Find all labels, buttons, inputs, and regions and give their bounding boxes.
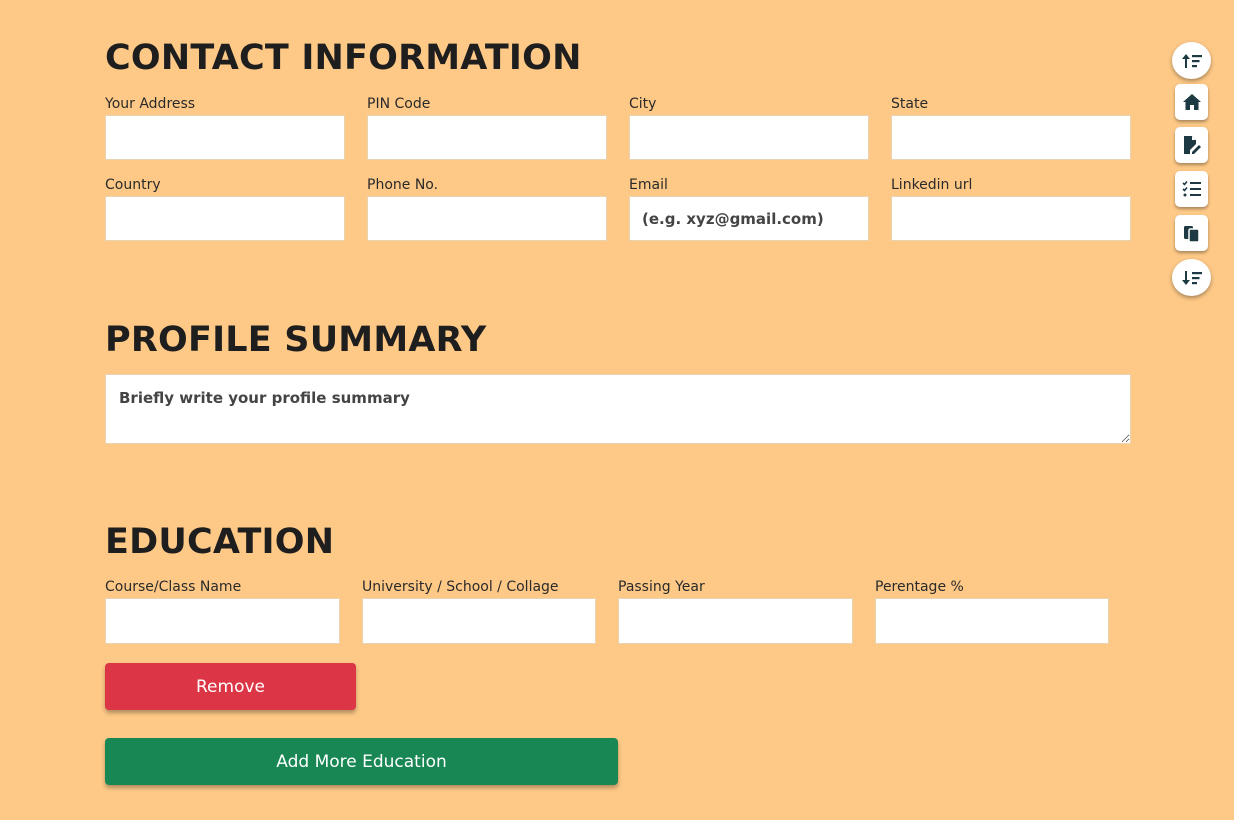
country-label: Country	[105, 177, 161, 193]
state-input[interactable]	[891, 115, 1131, 160]
passing-year-input[interactable]	[618, 598, 853, 644]
linkedin-input[interactable]	[891, 196, 1131, 241]
summary-section-title: PROFILE SUMMARY	[105, 320, 487, 360]
copy-nav-button[interactable]	[1175, 215, 1208, 251]
address-input[interactable]	[105, 115, 345, 160]
home-nav-button[interactable]	[1175, 84, 1208, 120]
home-icon	[1182, 93, 1202, 111]
phone-label: Phone No.	[367, 177, 439, 193]
linkedin-label: Linkedin url	[891, 177, 973, 193]
city-label: City	[629, 96, 657, 112]
contact-section-title: CONTACT INFORMATION	[105, 38, 582, 78]
profile-summary-textarea[interactable]	[105, 374, 1131, 444]
remove-education-button[interactable]: Remove	[105, 663, 356, 710]
passing-year-label: Passing Year	[618, 579, 705, 595]
university-input[interactable]	[362, 598, 596, 644]
city-input[interactable]	[629, 115, 869, 160]
percentage-label: Perentage %	[875, 579, 964, 595]
education-section-title: EDUCATION	[105, 522, 335, 562]
email-input[interactable]	[629, 196, 869, 241]
pin-code-label: PIN Code	[367, 96, 431, 112]
checklist-nav-button[interactable]	[1175, 171, 1208, 207]
university-label: University / School / Collage	[362, 579, 559, 595]
list-check-icon	[1181, 180, 1202, 198]
country-input[interactable]	[105, 196, 345, 241]
file-edit-icon	[1182, 135, 1202, 155]
edit-nav-button[interactable]	[1175, 127, 1208, 163]
scroll-bottom-button[interactable]	[1172, 259, 1211, 296]
address-label: Your Address	[105, 96, 196, 112]
email-label: Email	[629, 177, 668, 193]
phone-input[interactable]	[367, 196, 607, 241]
course-label: Course/Class Name	[105, 579, 242, 595]
state-label: State	[891, 96, 929, 112]
scroll-top-button[interactable]	[1172, 42, 1211, 79]
course-input[interactable]	[105, 598, 340, 644]
pin-code-input[interactable]	[367, 115, 607, 160]
add-more-education-button[interactable]: Add More Education	[105, 738, 618, 785]
copy-icon	[1182, 223, 1202, 243]
sort-up-icon	[1181, 52, 1203, 70]
percentage-input[interactable]	[875, 598, 1109, 644]
sort-down-icon	[1181, 269, 1203, 287]
